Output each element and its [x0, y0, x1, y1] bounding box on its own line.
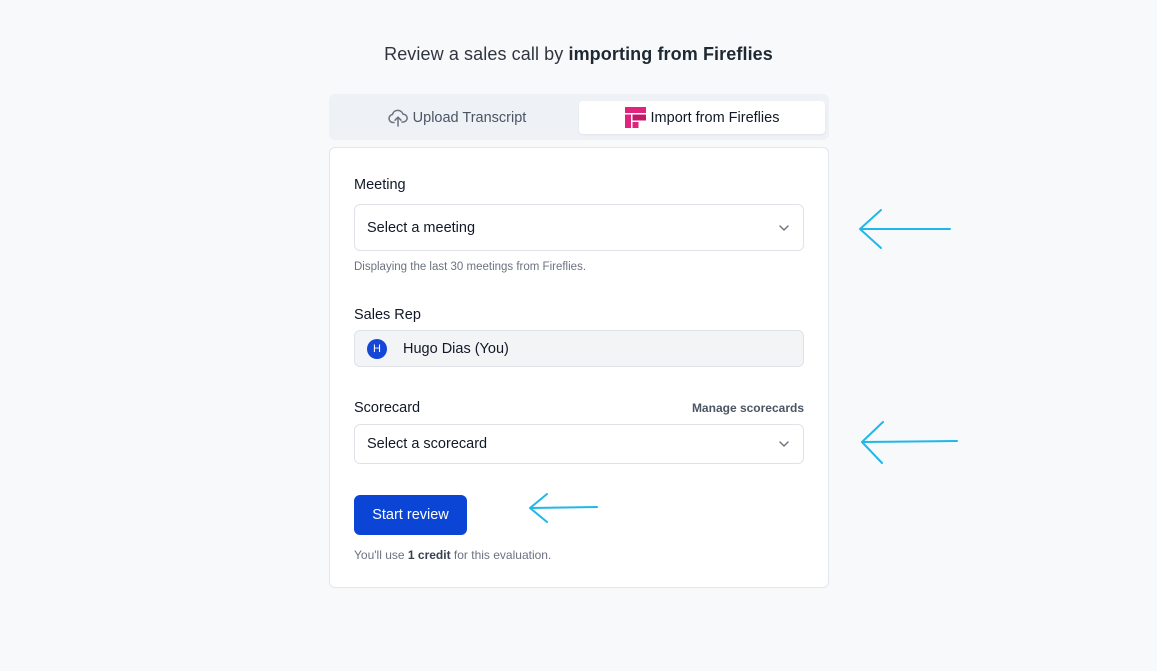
fireflies-logo-icon — [624, 107, 646, 128]
scorecard-select[interactable]: Select a scorecard — [354, 424, 804, 464]
credit-amount: 1 credit — [407, 548, 451, 562]
sales-rep-label: Sales Rep — [354, 307, 421, 323]
chevron-down-icon — [778, 224, 790, 232]
annotation-arrow-meeting — [859, 209, 951, 249]
manage-scorecards-link[interactable]: Manage scorecards — [692, 401, 804, 415]
scorecard-label: Scorecard — [354, 400, 421, 416]
meeting-helper-text: Displaying the last 30 meetings from Fir… — [354, 261, 587, 273]
annotation-arrow-start — [529, 493, 598, 523]
cloud-upload-icon — [387, 109, 408, 127]
meeting-select[interactable]: Select a meeting — [354, 204, 804, 251]
start-review-button[interactable]: Start review — [354, 495, 467, 535]
meeting-select-placeholder: Select a meeting — [367, 219, 476, 236]
credit-note: You'll use 1 credit for this evaluation. — [354, 548, 551, 562]
annotation-arrow-scorecard — [861, 421, 958, 464]
source-tabs: Upload Transcript Import from Fireflies — [329, 94, 829, 140]
page-title-emphasis: importing from Fireflies — [568, 44, 773, 64]
page-title: Review a sales call by importing from Fi… — [0, 44, 1157, 65]
sales-rep-field: H Hugo Dias (You) — [354, 330, 804, 367]
page-title-prefix: Review a sales call by — [384, 44, 569, 64]
avatar: H — [367, 338, 387, 359]
scorecard-select-placeholder: Select a scorecard — [367, 436, 488, 452]
chevron-down-icon — [778, 440, 790, 448]
meeting-label: Meeting — [354, 177, 406, 193]
credit-note-prefix: You'll use — [354, 548, 408, 562]
sales-rep-value: Hugo Dias (You) — [403, 340, 509, 357]
tab-import-fireflies[interactable]: Import from Fireflies — [579, 101, 825, 134]
tab-upload-transcript[interactable]: Upload Transcript — [335, 101, 579, 134]
tab-upload-transcript-label: Upload Transcript — [412, 109, 527, 126]
tab-import-fireflies-label: Import from Fireflies — [650, 109, 780, 126]
credit-note-suffix: for this evaluation. — [450, 548, 552, 562]
